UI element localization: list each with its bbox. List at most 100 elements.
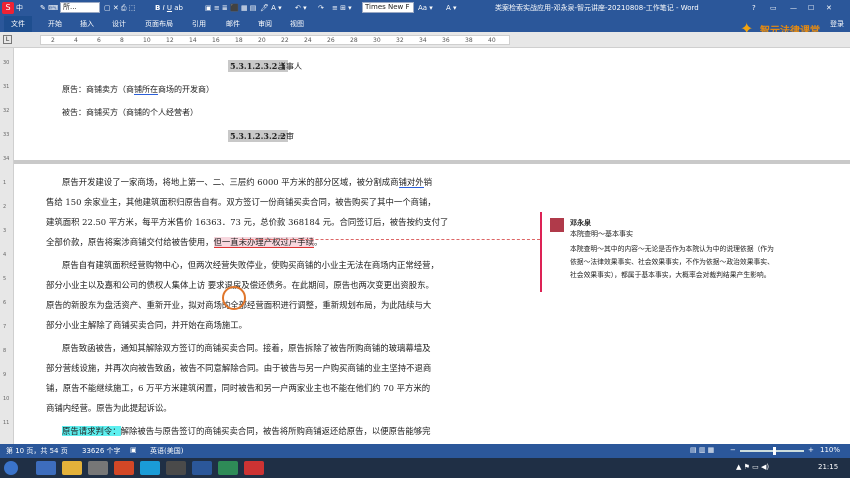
font-name-combo[interactable]: Times New F [362, 2, 414, 13]
ime-mode-label: 中 [16, 4, 23, 12]
ruler-tick: 32 [396, 37, 404, 44]
proofing-icon[interactable]: ▣ [130, 446, 137, 454]
p1-line-1-text: 原告开发建设了一家商场，将地上第一、二、三层约 6000 平方米的部分区域，被分… [62, 177, 399, 187]
tab-page-layout[interactable]: 页面布局 [145, 19, 173, 29]
view-mode-icons[interactable]: ▤ ▥ ▦ [690, 446, 714, 454]
undo-icon[interactable]: ↶ ▾ [295, 2, 307, 14]
comment-body-3: 社会效果事实），都属于基本事实，大概率会对裁判结果产生影响。 [570, 271, 771, 279]
p2-line-4[interactable]: 部分小业主解除了商铺买卖合同，并开始在商场施工。 [46, 319, 247, 331]
quick-access-icons[interactable]: ▢ ✕ ⎙ ⬚ [104, 2, 135, 14]
vruler-tick: 31 [3, 84, 10, 90]
font-size-aa[interactable]: Aa ▾ [418, 2, 433, 14]
comment-body-2: 依据～法律效果事实、社会效果事实，不作为依据～政治效果事实、 [570, 258, 774, 266]
zoom-slider[interactable] [740, 450, 804, 452]
ruler-tick: 34 [419, 37, 427, 44]
vruler-tick: 1 [3, 180, 7, 186]
language[interactable]: 英语(美国) [150, 446, 183, 456]
plaintiff-label: 原告：商铺卖方（商 [62, 85, 134, 94]
p1-line-3[interactable]: 建筑面积 22.50 平方米，每平方米售价 16363．73 元，总价款 368… [46, 216, 448, 228]
zoom-thumb[interactable] [773, 447, 776, 455]
vruler-tick: 3 [3, 228, 7, 234]
p3-line-2[interactable]: 部分营线设施，并再次向被告致函，被告不同意解除合同。由于被告与另一户购买商铺的业… [46, 362, 431, 374]
tray-icons[interactable]: ▲ ⚑ ▭ ◀) [736, 463, 769, 471]
browser-icon[interactable] [140, 461, 160, 475]
tab-home[interactable]: 开始 [48, 19, 62, 29]
vruler-tick: 34 [3, 156, 10, 162]
plaintiff-line[interactable]: 原告：商铺卖方（商铺所在商场的开发商） [62, 84, 214, 95]
vruler-tick: 6 [3, 300, 7, 306]
comment-title: 本院查明～基本事实 [570, 230, 633, 238]
horizontal-ruler[interactable]: 2 4 6 8 10 12 14 16 18 20 22 24 26 28 30 32 34 36 38 40 [40, 35, 510, 45]
tab-insert[interactable]: 插入 [80, 19, 94, 29]
file-tab[interactable]: 文件 [4, 16, 32, 32]
p3-line-3[interactable]: 铺，原告不能继续施工，6 万平方米建筑闲置，同时被告和另一户两家业主也不能在他们… [46, 382, 430, 394]
ruler-tick: 10 [143, 37, 151, 44]
tab-references[interactable]: 引用 [192, 19, 206, 29]
p1-line-2[interactable]: 售给 150 余家业主，其他建筑面积归原告自有。双方签订一份商铺买卖合同，被告购… [46, 196, 436, 208]
tab-mailings[interactable]: 邮件 [226, 19, 240, 29]
ruler-tick: 22 [281, 37, 289, 44]
more-icons[interactable]: ≡ ⊞ ▾ [332, 2, 352, 14]
p1-line-1[interactable]: 原告开发建设了一家商场，将地上第一、二、三层约 6000 平方米的部分区域，被分… [62, 176, 432, 188]
p1-line-4[interactable]: 全部价款，原告将案涉商铺交付给被告使用，但一直未办理产权过户手续。 [46, 236, 322, 248]
page-count[interactable]: 第 10 页，共 54 页 [6, 446, 68, 456]
tab-review[interactable]: 审阅 [258, 19, 272, 29]
comment-balloon[interactable]: 邓永泉 本院查明～基本事实 本院查明～其中的内容～无论是否作为本院认为中的说理依… [540, 212, 830, 292]
ruler-tick: 8 [120, 37, 124, 44]
page-separator [14, 160, 850, 164]
ribbon-toolbar-more[interactable]: A ▾ [446, 2, 457, 14]
title-bar: S 中 ✎ ⌨ ☰ 所... ▢ ✕ ⎙ ⬚ B I U ab ▣ ≡ ≣ ⬛ … [0, 0, 850, 16]
format-icons[interactable]: ▣ ≡ ≣ ⬛ ▦ ▤ [205, 2, 256, 14]
powerpoint-icon[interactable] [114, 461, 134, 475]
ruler-tick: 16 [212, 37, 220, 44]
word-count[interactable]: 33626 个字 [82, 446, 121, 456]
highlight-icons[interactable]: 🖊 A ▾ [260, 2, 282, 14]
redo-icon[interactable]: ↷ [318, 2, 324, 14]
zoom-out-icon[interactable]: − [730, 446, 736, 454]
ribbon-display-icon[interactable]: ▭ [770, 2, 777, 14]
maximize-icon[interactable]: ☐ [808, 2, 814, 14]
vruler-tick: 10 [3, 396, 10, 402]
zoom-level[interactable]: 110% [820, 446, 840, 454]
window-title: 类案检索实战应用-邓永泉-智元讲座-20210808-工作笔记 - Word [495, 4, 699, 12]
tab-view[interactable]: 视图 [290, 19, 304, 29]
app-icon[interactable] [166, 461, 186, 475]
defendant-line[interactable]: 被告：商铺买方（商铺的个人经营者） [62, 107, 198, 118]
vruler-tick: 30 [3, 60, 10, 66]
p4-line-1[interactable]: 原告请求判令：解除被告与原告签订的商铺买卖合同，被告将所购商铺返还给原告，以便原… [62, 425, 431, 437]
style-combo[interactable]: 所... [60, 2, 100, 13]
p1-line-1-tail: 销 [423, 177, 433, 187]
tab-selector-icon[interactable]: L [3, 35, 12, 44]
ruler-tick: 12 [166, 37, 174, 44]
ruler-tick: 28 [350, 37, 358, 44]
ruler-tick: 26 [327, 37, 335, 44]
explorer-icon[interactable] [62, 461, 82, 475]
tab-design[interactable]: 设计 [112, 19, 126, 29]
minimize-icon[interactable]: — [790, 2, 797, 14]
vertical-ruler[interactable]: 30 31 32 33 34 1 2 3 4 5 6 7 8 9 10 11 [0, 48, 14, 444]
clock: 21:15 [818, 463, 839, 471]
media-icon[interactable] [88, 461, 108, 475]
taskbar: ▲ ⚑ ▭ ◀) 21:15 [0, 458, 850, 478]
p3-line-1[interactable]: 原告致函被告，通知其解除双方签订的商铺买卖合同。接着，原告拆除了被告所购商铺的玻… [62, 342, 431, 354]
help-icon[interactable]: ? [752, 2, 756, 14]
start-button-icon[interactable] [4, 461, 18, 475]
heading-text-1[interactable]: 当事人 [278, 61, 302, 72]
close-icon[interactable]: ✕ [826, 2, 832, 14]
sogou-ime-icon[interactable]: S 中 [2, 2, 23, 14]
zoom-in-icon[interactable]: + [808, 446, 814, 454]
app3-icon[interactable] [244, 461, 264, 475]
word-icon[interactable] [192, 461, 212, 475]
app2-icon[interactable] [218, 461, 238, 475]
p1-line-1-ul: 铺对外 [398, 177, 424, 188]
p2-line-1[interactable]: 原告自有建筑面积经营购物中心，但两次经营失败停业，使购买商铺的小业主无法在商场内… [62, 259, 439, 271]
heading-text-2[interactable]: 一审 [278, 131, 294, 142]
vruler-tick: 8 [3, 348, 7, 354]
p3-line-4[interactable]: 商铺内经营。原告为此提起诉讼。 [46, 402, 172, 414]
comment-connector [240, 239, 540, 240]
vruler-tick: 2 [3, 204, 7, 210]
vruler-tick: 4 [3, 252, 7, 258]
vruler-tick: 32 [3, 108, 10, 114]
ie-icon[interactable] [36, 461, 56, 475]
bold-italic-icons[interactable]: B I U ab [155, 2, 183, 14]
